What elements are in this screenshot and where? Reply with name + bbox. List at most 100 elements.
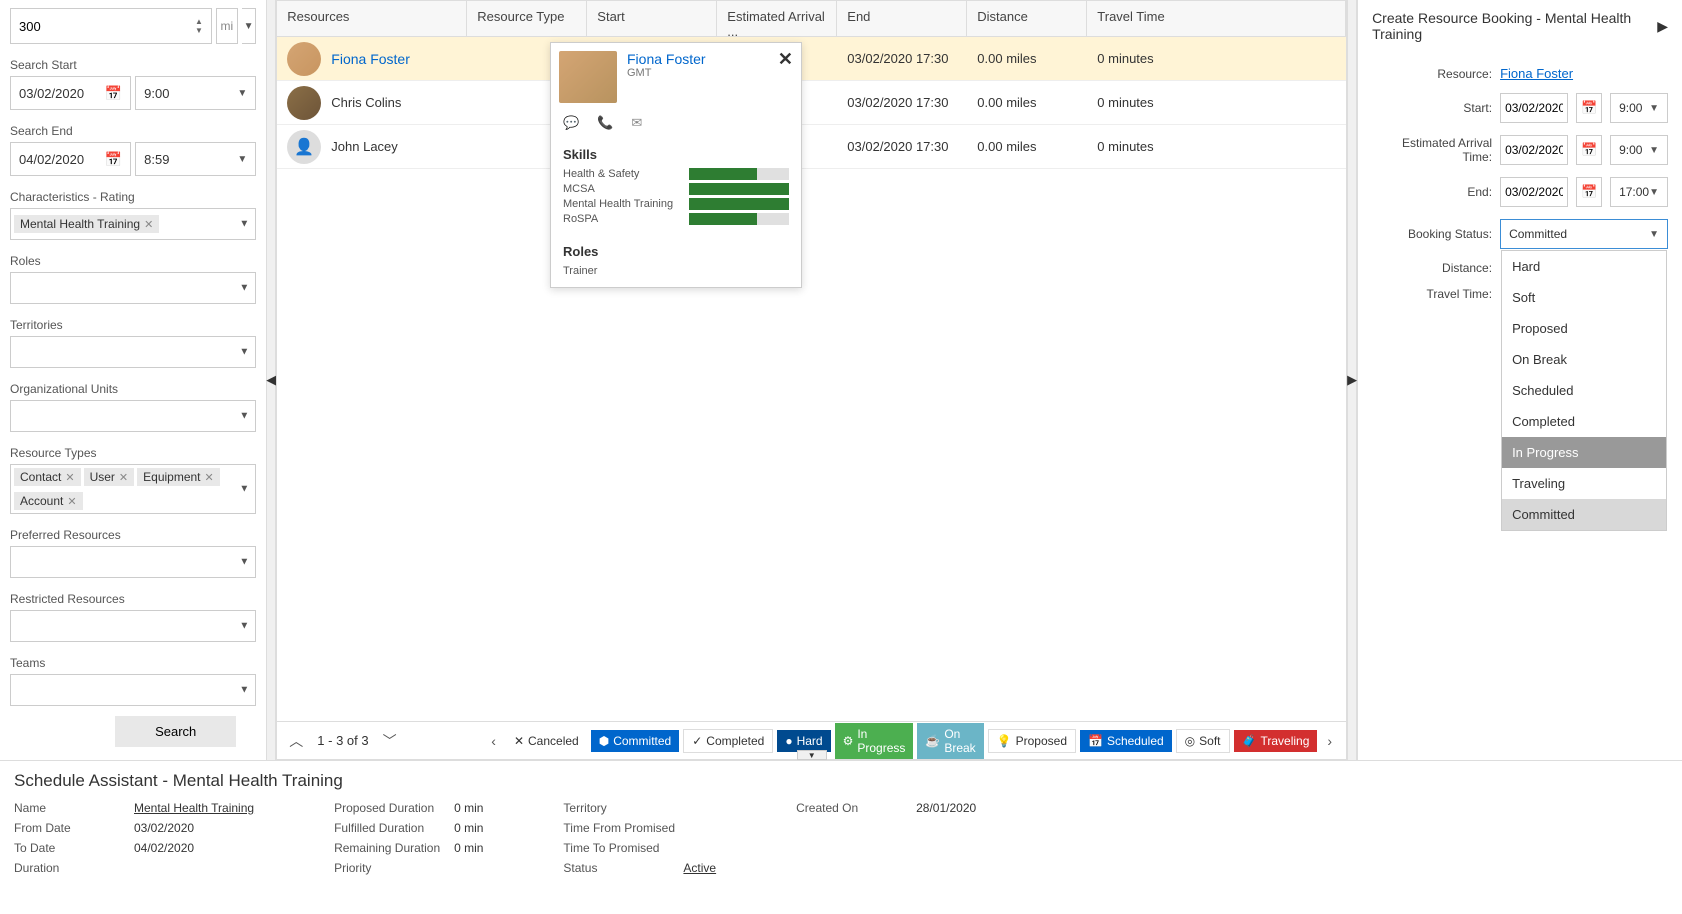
legend-completed[interactable]: ✓ Completed [683, 729, 773, 753]
cell-travel: 0 minutes [1087, 51, 1346, 66]
end-date-input[interactable] [1500, 177, 1568, 207]
popover-name[interactable]: Fiona Foster [627, 51, 706, 67]
status-link[interactable]: Active [683, 861, 716, 875]
calendar-icon[interactable]: 📅 [1576, 135, 1602, 165]
collapse-left-handle[interactable]: ◀ [266, 0, 276, 760]
end-time-dropdown[interactable]: 17:00▼ [1610, 177, 1668, 207]
legend-canceled[interactable]: ✕ Canceled [506, 730, 587, 752]
search-start-date[interactable]: 03/02/2020📅 [10, 76, 131, 110]
phone-icon[interactable]: 📞 [597, 115, 613, 131]
start-date-input[interactable] [1500, 93, 1568, 123]
table-row[interactable]: Fiona Foster 03/02/2020 9:00 03/02/2020 … [277, 37, 1346, 81]
legend-inprogress[interactable]: ⚙ In Progress [835, 723, 914, 759]
legend-traveling[interactable]: 🧳 Traveling [1234, 730, 1318, 752]
legend-label: Proposed [1016, 734, 1067, 748]
calendar-icon[interactable]: 📅 [105, 151, 122, 168]
avatar [287, 86, 321, 120]
status-dropdown[interactable]: Committed▼ Hard Soft Proposed On Break S… [1500, 219, 1668, 249]
search-button[interactable]: Search [115, 716, 236, 747]
collapse-icon[interactable]: ▶ [1657, 18, 1668, 35]
org-units-input[interactable]: ▼ [10, 400, 256, 432]
status-option[interactable]: In Progress [1502, 437, 1666, 468]
legend-hard[interactable]: ● Hard [777, 730, 830, 752]
status-option[interactable]: Soft [1502, 282, 1666, 313]
search-end-date[interactable]: 04/02/2020📅 [10, 142, 131, 176]
tag-remove-icon[interactable]: ✕ [205, 471, 214, 484]
table-row[interactable]: 👤John Lacey 03/02/2020 9:00 03/02/2020 1… [277, 125, 1346, 169]
table-header: Resources Resource Type Start Estimated … [277, 1, 1346, 37]
roles-heading: Roles [563, 244, 789, 259]
status-option[interactable]: Traveling [1502, 468, 1666, 499]
characteristic-tag[interactable]: Mental Health Training✕ [14, 215, 159, 233]
legend-next-icon[interactable]: › [1321, 733, 1338, 749]
resource-name[interactable]: Fiona Foster [331, 51, 410, 67]
th-travel[interactable]: Travel Time [1087, 1, 1346, 36]
tag-remove-icon[interactable]: ✕ [119, 471, 128, 484]
calendar-icon[interactable]: 📅 [1576, 177, 1602, 207]
territories-input[interactable]: ▼ [10, 336, 256, 368]
tag-remove-icon[interactable]: ✕ [65, 471, 74, 484]
status-option[interactable]: Committed [1502, 499, 1666, 530]
collapse-right-handle[interactable]: ▶ [1347, 0, 1357, 760]
th-distance[interactable]: Distance [967, 1, 1087, 36]
radius-value[interactable] [19, 19, 195, 34]
eta-time-dropdown[interactable]: 9:00▼ [1610, 135, 1668, 165]
resource-type-tag[interactable]: Equipment✕ [137, 468, 220, 486]
resource-type-tag[interactable]: Contact ✕ [14, 468, 81, 486]
legend-committed[interactable]: ⬢ Committed [591, 730, 680, 752]
cell-distance: 0.00 miles [967, 95, 1087, 110]
restricted-input[interactable]: ▼ [10, 610, 256, 642]
preferred-input[interactable]: ▼ [10, 546, 256, 578]
preferred-label: Preferred Resources [10, 528, 256, 542]
proposed-dur-label: Proposed Duration [334, 801, 454, 815]
table-row[interactable]: Chris Colins 03/02/2020 9:00 03/02/2020 … [277, 81, 1346, 125]
start-time-dropdown[interactable]: 9:00▼ [1610, 93, 1668, 123]
roles-input[interactable]: ▼ [10, 272, 256, 304]
pager-down-icon[interactable]: ﹀ [383, 731, 397, 751]
created-on-label: Created On [796, 801, 916, 815]
tag-remove-icon[interactable]: ✕ [67, 495, 76, 508]
skill-bar [689, 183, 789, 195]
search-start-time[interactable]: 9:00▼ [135, 76, 256, 110]
radius-input[interactable]: ▲▼ [10, 8, 212, 44]
pager-up-icon[interactable]: ︿ [289, 731, 303, 751]
legend-scheduled[interactable]: 📅 Scheduled [1080, 730, 1172, 752]
legend-onbreak[interactable]: ☕ On Break [917, 723, 983, 759]
email-icon[interactable]: ✉ [631, 115, 642, 131]
resource-type-tag[interactable]: Account✕ [14, 492, 83, 510]
eta-date-input[interactable] [1500, 135, 1568, 165]
th-resource-type[interactable]: Resource Type [467, 1, 587, 36]
status-option[interactable]: Proposed [1502, 313, 1666, 344]
status-option[interactable]: Completed [1502, 406, 1666, 437]
legend-label: Scheduled [1107, 734, 1164, 748]
close-icon[interactable]: ✕ [778, 49, 793, 70]
tag-remove-icon[interactable]: ✕ [144, 218, 153, 231]
search-end-time[interactable]: 8:59▼ [135, 142, 256, 176]
calendar-icon[interactable]: 📅 [1576, 93, 1602, 123]
th-eta[interactable]: Estimated Arrival ... [717, 1, 837, 36]
th-end[interactable]: End [837, 1, 967, 36]
calendar-icon[interactable]: 📅 [105, 85, 122, 102]
status-option[interactable]: Hard [1502, 251, 1666, 282]
resource-type-tag[interactable]: User✕ [84, 468, 135, 486]
legend-prev-icon[interactable]: ‹ [485, 733, 502, 749]
tag-text: Contact [20, 470, 61, 484]
resource-types-input[interactable]: Contact✕ User✕ Equipment✕ ▼ Account✕ [10, 464, 256, 514]
status-option[interactable]: Scheduled [1502, 375, 1666, 406]
schedule-assistant-panel: Schedule Assistant - Mental Health Train… [0, 760, 1682, 885]
legend-proposed[interactable]: 💡 Proposed [988, 729, 1076, 753]
resource-link[interactable]: Fiona Foster [1500, 66, 1573, 81]
status-option[interactable]: On Break [1502, 344, 1666, 375]
th-start[interactable]: Start [587, 1, 717, 36]
unit-dropdown[interactable]: ▼ [242, 8, 256, 44]
teams-input[interactable]: ▼ [10, 674, 256, 706]
chat-icon[interactable]: 💬 [563, 115, 579, 131]
legend-soft[interactable]: ◎ Soft [1176, 729, 1230, 753]
fulfilled-dur-val: 0 min [454, 821, 483, 835]
th-resources[interactable]: Resources [277, 1, 467, 36]
name-link[interactable]: Mental Health Training [134, 801, 254, 815]
characteristics-input[interactable]: Mental Health Training✕ ▼ [10, 208, 256, 240]
spinner-arrows[interactable]: ▲▼ [195, 17, 203, 35]
bottom-toggle[interactable]: ▼ [797, 750, 827, 760]
skill-bar [689, 198, 789, 210]
